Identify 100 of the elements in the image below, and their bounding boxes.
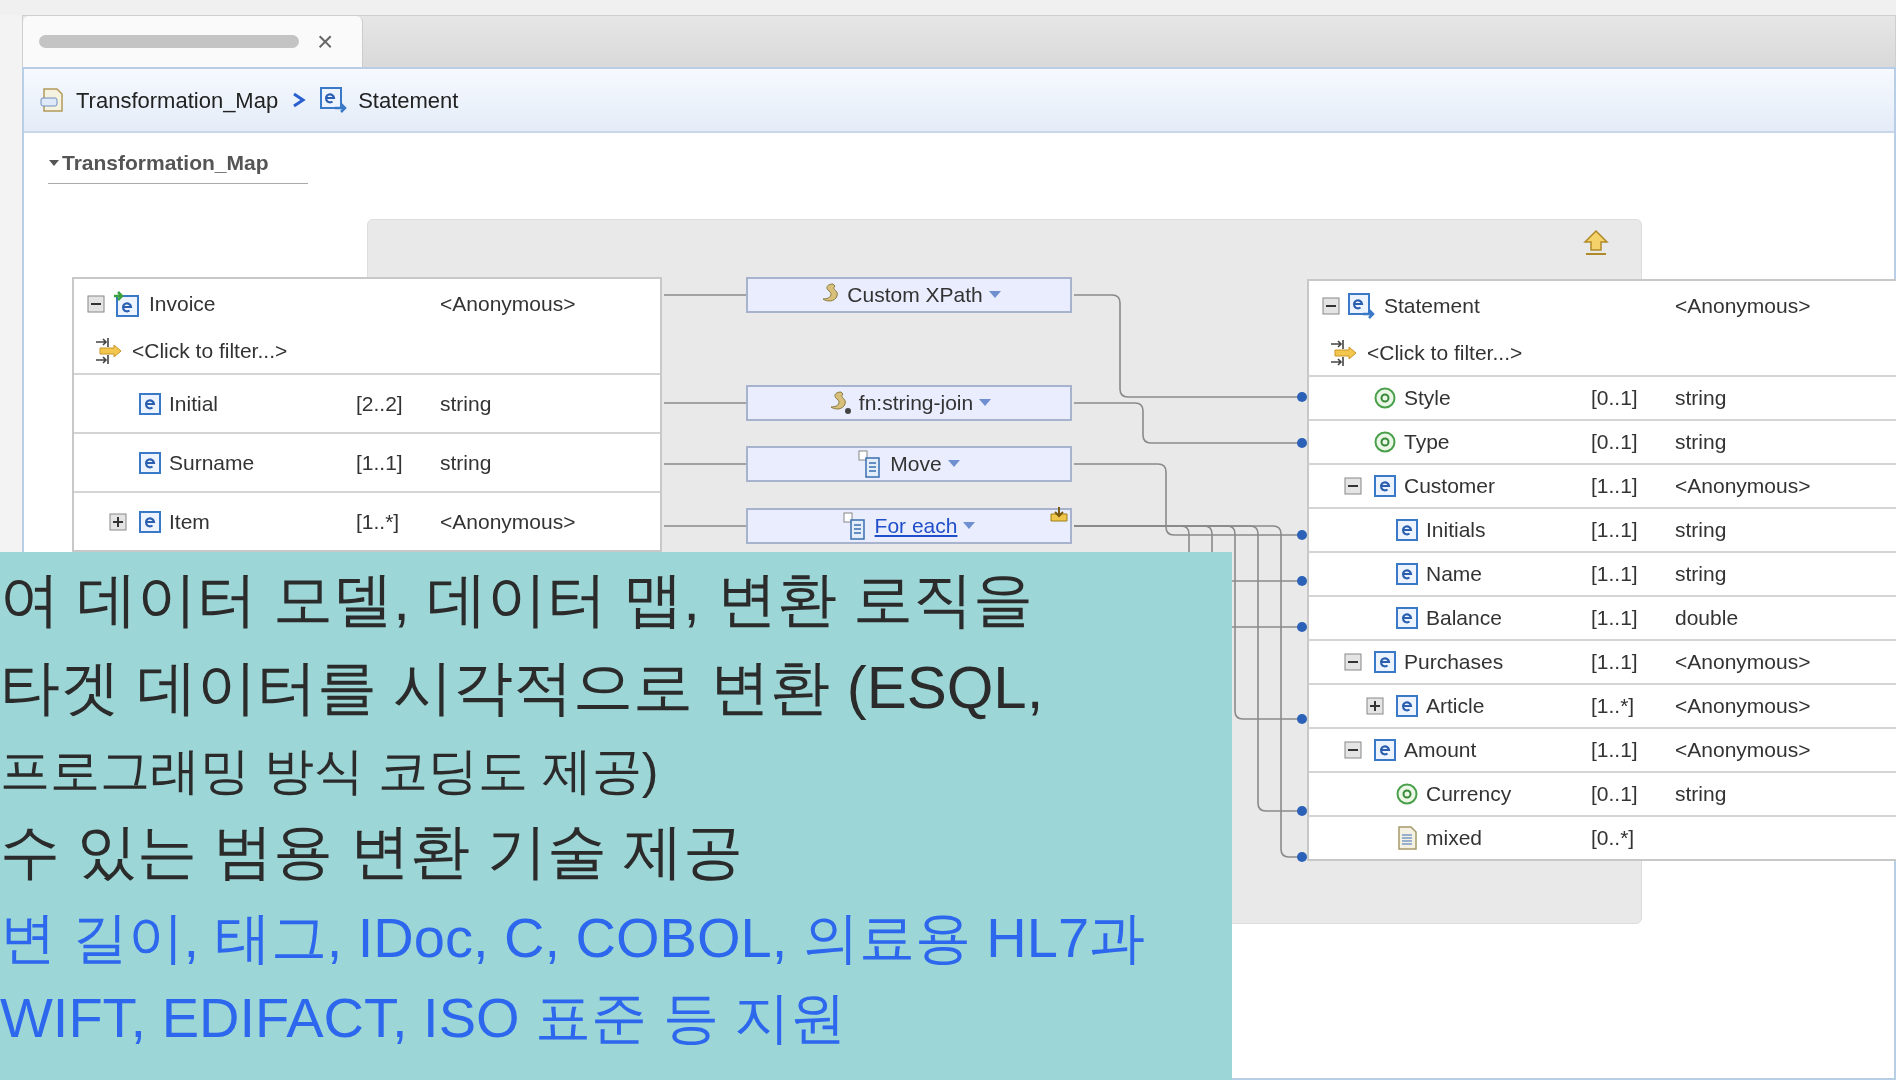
cardinality-label: [1..1] bbox=[1591, 517, 1638, 544]
element-icon bbox=[1396, 519, 1418, 541]
attribute-icon bbox=[1396, 783, 1418, 805]
type-label: string bbox=[440, 390, 492, 417]
cardinality-label: [1..1] bbox=[1591, 473, 1638, 500]
caption-line: 변 길이, 태그, IDoc, C, COBOL, 의료용 HL7과 bbox=[0, 910, 1147, 971]
type-label: <Anonymous> bbox=[1675, 737, 1811, 764]
connection-dot[interactable] bbox=[1297, 806, 1307, 816]
type-label: <Anonymous> bbox=[1675, 473, 1811, 500]
type-label: double bbox=[1675, 605, 1739, 632]
connection-dot[interactable] bbox=[1297, 392, 1307, 402]
tree-item-label[interactable]: Invoice bbox=[149, 288, 216, 320]
attribute-icon bbox=[1374, 431, 1396, 453]
tree-item-label[interactable]: Statement bbox=[1384, 290, 1480, 322]
attribute-icon bbox=[1374, 387, 1396, 409]
connection-dot[interactable] bbox=[1297, 576, 1307, 586]
tree-item-label[interactable]: Type bbox=[1404, 426, 1450, 458]
filter-link[interactable]: <Click to filter...> bbox=[132, 335, 288, 367]
tree-item-label[interactable]: Article bbox=[1426, 690, 1485, 722]
type-label: <Anonymous> bbox=[1675, 649, 1811, 676]
caret-icon[interactable] bbox=[988, 291, 1001, 299]
cardinality-label: [2..2] bbox=[356, 390, 403, 417]
cardinality-label: [1..*] bbox=[1591, 693, 1635, 720]
collapse-toggle[interactable] bbox=[87, 295, 105, 313]
editor-tab[interactable]: × bbox=[23, 16, 363, 67]
element-icon bbox=[139, 392, 161, 415]
tree-item-label[interactable]: Style bbox=[1404, 382, 1451, 414]
type-label: string bbox=[1675, 429, 1727, 456]
caret-icon[interactable] bbox=[963, 522, 976, 530]
tree-item-label[interactable]: Name bbox=[1426, 558, 1483, 590]
cardinality-label: [1..1] bbox=[1591, 649, 1638, 676]
collapse-toggle[interactable] bbox=[1344, 653, 1362, 671]
chevron-icon bbox=[292, 92, 307, 108]
cardinality-label: [0..1] bbox=[1591, 781, 1638, 808]
caption-line: 타겟 데이터를 시각적으로 변환 (ESQL, bbox=[0, 658, 1045, 723]
caret-icon[interactable] bbox=[947, 460, 960, 468]
tree-item-label[interactable]: mixed bbox=[1426, 822, 1483, 854]
output-element-icon bbox=[320, 86, 349, 114]
close-button[interactable]: × bbox=[317, 27, 334, 56]
collapse-toggle[interactable] bbox=[1344, 477, 1362, 495]
nested-map-icon[interactable] bbox=[1050, 506, 1068, 522]
tree-item-label[interactable]: Initial bbox=[169, 387, 219, 420]
element-icon bbox=[139, 451, 161, 474]
cardinality-label: [1..1] bbox=[1591, 737, 1638, 764]
element-icon bbox=[1396, 695, 1418, 717]
transform-node[interactable]: Move bbox=[746, 446, 1072, 482]
tree-item-label[interactable]: Surname bbox=[169, 446, 255, 479]
filter-link[interactable]: <Click to filter...> bbox=[1367, 337, 1523, 369]
document-icon bbox=[1396, 826, 1418, 850]
tree-item-label[interactable]: Currency bbox=[1426, 778, 1512, 810]
caption-line: 수 있는 범용 변환 기술 제공 bbox=[0, 822, 745, 887]
connection-dot[interactable] bbox=[1297, 622, 1307, 632]
cardinality-label: [0..*] bbox=[1591, 825, 1635, 852]
cardinality-label: [1..*] bbox=[356, 508, 400, 535]
tree-item-label[interactable]: Customer bbox=[1404, 470, 1496, 502]
connection-dot[interactable] bbox=[1297, 530, 1307, 540]
element-icon bbox=[1374, 475, 1396, 497]
type-label: <Anonymous> bbox=[440, 508, 576, 535]
element-icon bbox=[1396, 563, 1418, 585]
expand-toggle[interactable] bbox=[109, 512, 127, 531]
tree-item-label[interactable]: Purchases bbox=[1404, 646, 1504, 678]
connection-dot[interactable] bbox=[1297, 438, 1307, 448]
breadcrumb-link[interactable]: Transformation_Map bbox=[40, 83, 279, 117]
element-icon bbox=[1374, 739, 1396, 761]
filter-icon bbox=[94, 337, 124, 365]
transform-node[interactable]: fn:string-join bbox=[746, 385, 1072, 421]
caption-line: WIFT, EDIFACT, ISO 표준 등 지원 bbox=[0, 990, 848, 1051]
connection-dot[interactable] bbox=[1297, 852, 1307, 862]
connection-dot[interactable] bbox=[1297, 714, 1307, 724]
collapse-toggle[interactable] bbox=[1344, 741, 1362, 759]
transform-node[interactable]: Custom XPath bbox=[746, 277, 1072, 313]
type-label: string bbox=[440, 449, 492, 476]
element-icon bbox=[1396, 607, 1418, 629]
caption-line: 프로그래밍 방식 코딩도 제공) bbox=[0, 746, 660, 801]
cardinality-label: [1..1] bbox=[1591, 561, 1638, 588]
caption-line: 여 데이터 모델, 데이터 맵, 변환 로직을 bbox=[0, 570, 1035, 635]
collapse-toggle[interactable] bbox=[1322, 297, 1340, 315]
output-element-icon bbox=[1348, 292, 1376, 320]
type-label: <Anonymous> bbox=[440, 291, 576, 318]
type-label: <Anonymous> bbox=[1675, 293, 1811, 320]
element-icon bbox=[1374, 651, 1396, 673]
transform-node[interactable]: For each bbox=[746, 508, 1072, 544]
tree-item-label[interactable]: Item bbox=[169, 505, 210, 538]
type-label: string bbox=[1675, 385, 1727, 412]
type-label: string bbox=[1675, 561, 1727, 588]
cardinality-label: [1..1] bbox=[1591, 605, 1638, 632]
tree-item-label[interactable]: Initials bbox=[1426, 514, 1486, 546]
section-title: Transformation_Map bbox=[62, 150, 269, 176]
tree-item-label[interactable]: Balance bbox=[1426, 602, 1502, 634]
type-label: <Anonymous> bbox=[1675, 693, 1811, 720]
input-element-icon bbox=[113, 290, 141, 318]
expand-toggle[interactable] bbox=[1366, 697, 1384, 715]
caret-icon[interactable] bbox=[979, 399, 992, 407]
filter-icon bbox=[1329, 339, 1359, 367]
breadcrumb-link[interactable]: Statement bbox=[320, 83, 459, 117]
up-arrow-icon[interactable] bbox=[1583, 229, 1609, 257]
map-file-icon bbox=[40, 87, 66, 113]
type-label: string bbox=[1675, 781, 1727, 808]
tree-item-label[interactable]: Amount bbox=[1404, 734, 1477, 766]
cardinality-label: [0..1] bbox=[1591, 385, 1638, 412]
